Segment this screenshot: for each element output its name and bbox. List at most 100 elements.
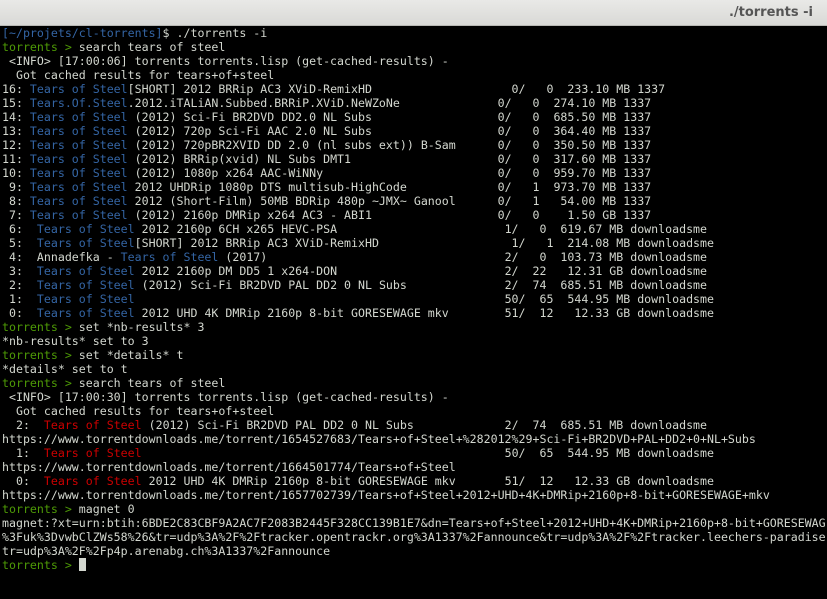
terminal-text-green: torrents > xyxy=(2,348,79,362)
terminal-text: 2012 UHD 4K DMRip 2160p 8-bit GORESEWAGE… xyxy=(141,474,714,488)
terminal-text: (2012) BRRip(xvid) NL Subs DMT1 0/ 0 317… xyxy=(127,152,652,166)
terminal-text: 11: xyxy=(2,152,30,166)
terminal-line: 0: Tears of Steel 2012 UHD 4K DMRip 2160… xyxy=(2,474,827,488)
terminal-text-cyan: Tears of Steel xyxy=(36,306,135,320)
terminal-text-green: torrents > xyxy=(2,502,79,516)
terminal-text: 50/ 65 544.95 MB downloadsme xyxy=(141,446,714,460)
terminal-text: 3: xyxy=(2,264,37,278)
terminal-line: 5: Tears of Steel[SHORT] 2012 BRRip AC3 … xyxy=(2,236,827,250)
terminal-line: Got cached results for tears+of+steel xyxy=(2,404,827,418)
terminal-text: .2012.iTALiAN.Subbed.BRRiP.XViD.NeWZoNe … xyxy=(127,96,652,110)
window-titlebar[interactable]: ./torrents -i xyxy=(0,0,827,26)
terminal-text-cyan: Tears of Steel xyxy=(29,124,128,138)
terminal-text: %3Fuk%3DvwbClZWs58%26&tr=udp%3A%2F%2Ftra… xyxy=(2,530,826,544)
terminal-line: 6: Tears of Steel 2012 2160p 6CH x265 HE… xyxy=(2,222,827,236)
terminal-line: *nb-results* set to 3 xyxy=(2,334,827,348)
terminal-text: 4: Annadefka - xyxy=(2,250,121,264)
terminal-line: 4: Annadefka - Tears of Steel (2017) 2/ … xyxy=(2,250,827,264)
terminal-text: 1: xyxy=(2,292,37,306)
terminal-line: [~/projets/cl-torrents]$ ./torrents -i xyxy=(2,26,827,40)
terminal-line: 1: Tears of Steel 50/ 65 544.95 MB downl… xyxy=(2,292,827,306)
terminal-text-green: torrents > xyxy=(2,376,79,390)
terminal-line: 11: Tears of Steel (2012) BRRip(xvid) NL… xyxy=(2,152,827,166)
terminal-line: *details* set to t xyxy=(2,362,827,376)
terminal-text: https://www.torrentdownloads.me/torrent/… xyxy=(2,488,770,502)
terminal-line: 9: Tears of Steel 2012 UHDRip 1080p DTS … xyxy=(2,180,827,194)
terminal-line: 8: Tears of Steel 2012 (Short-Film) 50MB… xyxy=(2,194,827,208)
terminal-text: 50/ 65 544.95 MB downloadsme xyxy=(134,292,714,306)
terminal-text: *nb-results* set to 3 xyxy=(2,334,149,348)
terminal-text-red: Tears of Steel xyxy=(43,474,142,488)
terminal-line: 12: Tears of Steel (2012) 720pBR2XVID DD… xyxy=(2,138,827,152)
terminal-line: <INFO> [17:00:30] torrents torrents.lisp… xyxy=(2,390,827,404)
terminal-text: 1: xyxy=(2,446,44,460)
terminal-text: 5: xyxy=(2,236,37,250)
terminal-text-cyan: Tears.Of.Steel xyxy=(29,96,128,110)
terminal-line: torrents > set *details* t xyxy=(2,348,827,362)
terminal-text-green: torrents > xyxy=(2,558,79,572)
window-title: ./torrents -i xyxy=(728,5,813,20)
terminal-text: 9: xyxy=(2,180,30,194)
terminal-text: 2012 UHDRip 1080p DTS multisub-HighCode … xyxy=(127,180,652,194)
terminal-text-red: Tears of Steel xyxy=(43,446,142,460)
terminal-text: 7: xyxy=(2,208,30,222)
terminal-line: https://www.torrentdownloads.me/torrent/… xyxy=(2,488,827,502)
terminal-text-cyan: Tears of Steel xyxy=(29,208,128,222)
terminal-text: 6: xyxy=(2,222,37,236)
terminal-line: torrents > search tears of steel xyxy=(2,376,827,390)
terminal-cursor xyxy=(78,558,86,571)
terminal-text-cyan: [~/projets/cl-torrents] xyxy=(2,26,163,40)
terminal-line: %3Fuk%3DvwbClZWs58%26&tr=udp%3A%2F%2Ftra… xyxy=(2,530,827,544)
terminal-text: [SHORT] 2012 BRRip AC3 XViD-RemixHD 0/ 0… xyxy=(127,82,666,96)
terminal-text: Got cached results for tears+of+steel xyxy=(2,404,275,418)
terminal-text: *details* set to t xyxy=(2,362,128,376)
terminal-text: 2012 2160p 6CH x265 HEVC-PSA 1/ 0 619.67… xyxy=(134,222,708,236)
terminal-text: tr=udp%3A%2F%2Fp4p.arenabg.ch%3A1337%2Fa… xyxy=(2,544,331,558)
terminal-text: Got cached results for tears+of+steel xyxy=(2,68,275,82)
terminal-line: 14: Tears of Steel (2012) Sci-Fi BR2DVD … xyxy=(2,110,827,124)
terminal-line: torrents > magnet 0 xyxy=(2,502,827,516)
terminal-text: 0: xyxy=(2,474,44,488)
terminal-text: magnet 0 xyxy=(78,502,135,516)
terminal-text: 2012 (Short-Film) 50MB BDRip 480p ~JMX~ … xyxy=(127,194,652,208)
terminal-text: (2012) 720pBR2XVID DD 2.0 (nl subs ext))… xyxy=(127,138,652,152)
terminal-text: magnet:?xt=urn:btih:6BDE2C83CBF9A2AC7F20… xyxy=(2,516,826,530)
terminal-line: 2: Tears of Steel (2012) Sci-Fi BR2DVD P… xyxy=(2,418,827,432)
terminal-text: <INFO> [17:00:06] torrents torrents.lisp… xyxy=(2,54,449,68)
terminal-text: (2017) 2/ 0 103.73 MB downloadsme xyxy=(218,250,708,264)
terminal-text-cyan: Tears of Steel xyxy=(29,194,128,208)
terminal-text: (2012) Sci-Fi BR2DVD DD2.0 NL Subs 0/ 0 … xyxy=(127,110,652,124)
terminal-text: 12: xyxy=(2,138,30,152)
terminal-line: torrents > search tears of steel xyxy=(2,40,827,54)
terminal-line: 3: Tears of Steel 2012 2160p DM DD5 1 x2… xyxy=(2,264,827,278)
terminal-text: [SHORT] 2012 BRRip AC3 XViD-RemixHD 1/ 1… xyxy=(134,236,714,250)
terminal-text-cyan: Tears of Steel xyxy=(29,138,128,152)
terminal-text: 13: xyxy=(2,124,30,138)
terminal-line: <INFO> [17:00:06] torrents torrents.lisp… xyxy=(2,54,827,68)
terminal-line: tr=udp%3A%2F%2Fp4p.arenabg.ch%3A1337%2Fa… xyxy=(2,544,827,558)
terminal-text-green: torrents > xyxy=(2,40,79,54)
terminal-text-cyan: Tears of Steel xyxy=(29,110,128,124)
terminal-line: 1: Tears of Steel 50/ 65 544.95 MB downl… xyxy=(2,446,827,460)
terminal-text: (2012) Sci-Fi BR2DVD PAL DD2 0 NL Subs 2… xyxy=(134,278,708,292)
terminal-text: 14: xyxy=(2,110,30,124)
terminal-text: 2: xyxy=(2,278,37,292)
terminal-output[interactable]: [~/projets/cl-torrents]$ ./torrents -i to… xyxy=(2,26,827,599)
terminal-text: 15: xyxy=(2,96,30,110)
terminal-line: https://www.torrentdownloads.me/torrent/… xyxy=(2,432,827,446)
terminal-text: <INFO> [17:00:30] torrents torrents.lisp… xyxy=(2,390,449,404)
terminal-text: set *nb-results* 3 xyxy=(78,320,205,334)
terminal-text-cyan: Tears of Steel xyxy=(120,250,219,264)
terminal-text: https://www.torrentdownloads.me/torrent/… xyxy=(2,460,456,474)
terminal-line: 0: Tears of Steel 2012 UHD 4K DMRip 2160… xyxy=(2,306,827,320)
terminal-text-cyan: Tears of Steel xyxy=(36,264,135,278)
terminal-line: 10: Tears Of Steel (2012) 1080p x264 AAC… xyxy=(2,166,827,180)
terminal-text-cyan: Tears of Steel xyxy=(36,292,135,306)
terminal-line: torrents > set *nb-results* 3 xyxy=(2,320,827,334)
terminal-text-cyan: Tears of Steel xyxy=(29,82,128,96)
terminal-text: 2012 UHD 4K DMRip 2160p 8-bit GORESEWAGE… xyxy=(134,306,714,320)
terminal-text-green: torrents > xyxy=(2,320,79,334)
terminal-text: 0: xyxy=(2,306,37,320)
terminal-line: 16: Tears of Steel[SHORT] 2012 BRRip AC3… xyxy=(2,82,827,96)
terminal-text: $ ./torrents -i xyxy=(162,26,268,40)
